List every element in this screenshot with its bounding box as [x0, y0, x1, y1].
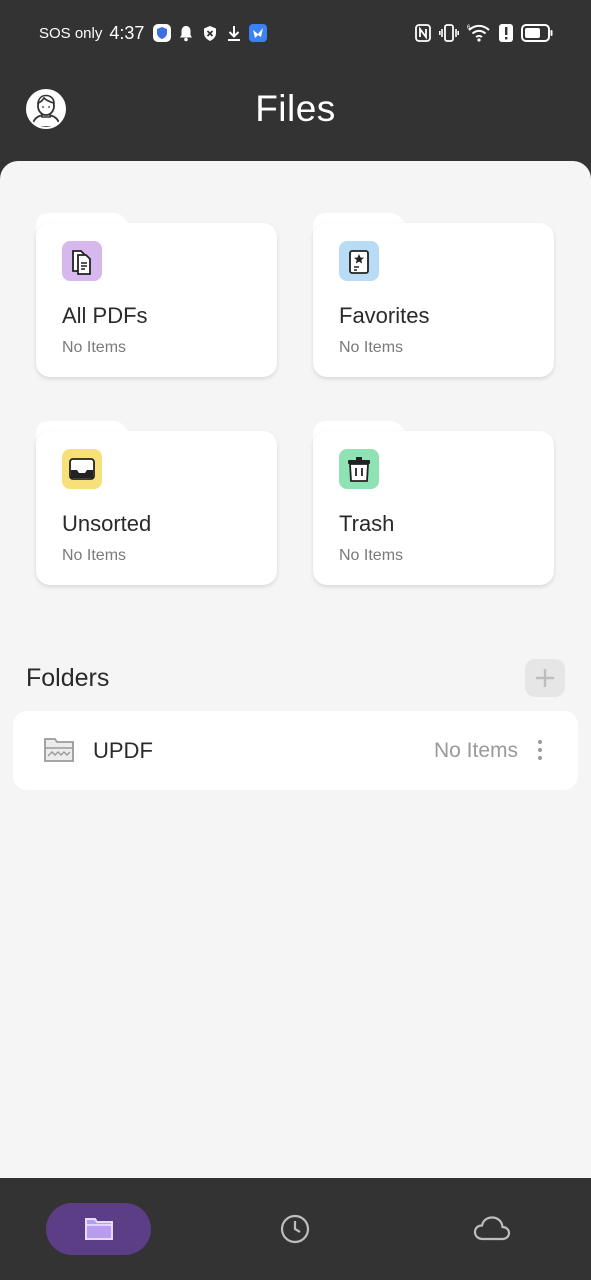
status-bar: SOS only 4:37 6	[0, 0, 591, 66]
folder-icon	[84, 1218, 113, 1240]
nav-files-button[interactable]	[46, 1203, 151, 1255]
nav-recent-button[interactable]	[268, 1203, 322, 1255]
card-title: Unsorted	[62, 511, 152, 536]
x-shield-icon	[201, 24, 219, 42]
add-folder-button[interactable]	[525, 659, 565, 697]
folder-count: No Items	[433, 739, 518, 762]
status-right: 6	[415, 22, 553, 44]
vibrate-icon	[439, 24, 459, 42]
folder-icon	[43, 736, 75, 769]
app-header: Files	[0, 66, 591, 161]
clock-icon	[280, 1214, 310, 1244]
card-title: All PDFs	[62, 303, 148, 328]
card-favorites[interactable]: Favorites No Items	[313, 213, 554, 377]
status-time: 4:37	[109, 22, 145, 43]
card-all-pdfs[interactable]: All PDFs No Items	[36, 213, 277, 377]
app-badge-icon	[249, 24, 268, 42]
bell-icon	[177, 24, 195, 42]
card-title: Favorites	[339, 303, 430, 328]
battery-icon	[521, 24, 553, 42]
documents-icon	[62, 241, 102, 281]
more-vertical-icon[interactable]	[534, 737, 546, 763]
shield-app-icon	[153, 24, 172, 42]
card-subtitle: No Items	[339, 547, 404, 564]
alert-icon	[499, 24, 513, 42]
star-document-icon	[339, 241, 379, 281]
folder-row[interactable]: UPDF No Items	[13, 711, 578, 790]
folders-heading: Folders	[26, 664, 110, 692]
inbox-tray-icon	[62, 449, 102, 489]
card-subtitle: No Items	[62, 547, 127, 564]
status-left: SOS only 4:37	[39, 22, 268, 44]
nav-cloud-button[interactable]	[465, 1203, 519, 1255]
card-subtitle: No Items	[62, 339, 127, 356]
trash-icon	[339, 449, 379, 489]
nfc-icon	[415, 24, 431, 42]
plus-icon	[536, 669, 554, 687]
card-unsorted[interactable]: Unsorted No Items	[36, 421, 277, 585]
card-title: Trash	[339, 511, 395, 536]
card-subtitle: No Items	[339, 339, 404, 356]
wifi-icon: 6	[467, 24, 491, 42]
bottom-nav	[0, 1178, 591, 1280]
page-title: Files	[255, 88, 336, 129]
carrier-text: SOS only	[39, 24, 103, 42]
cloud-icon	[473, 1216, 511, 1241]
card-trash[interactable]: Trash No Items	[313, 421, 554, 585]
download-icon	[225, 24, 243, 42]
folder-name: UPDF	[93, 738, 153, 763]
main-content: All PDFs No Items Favorites No Items Uns…	[0, 161, 591, 1178]
